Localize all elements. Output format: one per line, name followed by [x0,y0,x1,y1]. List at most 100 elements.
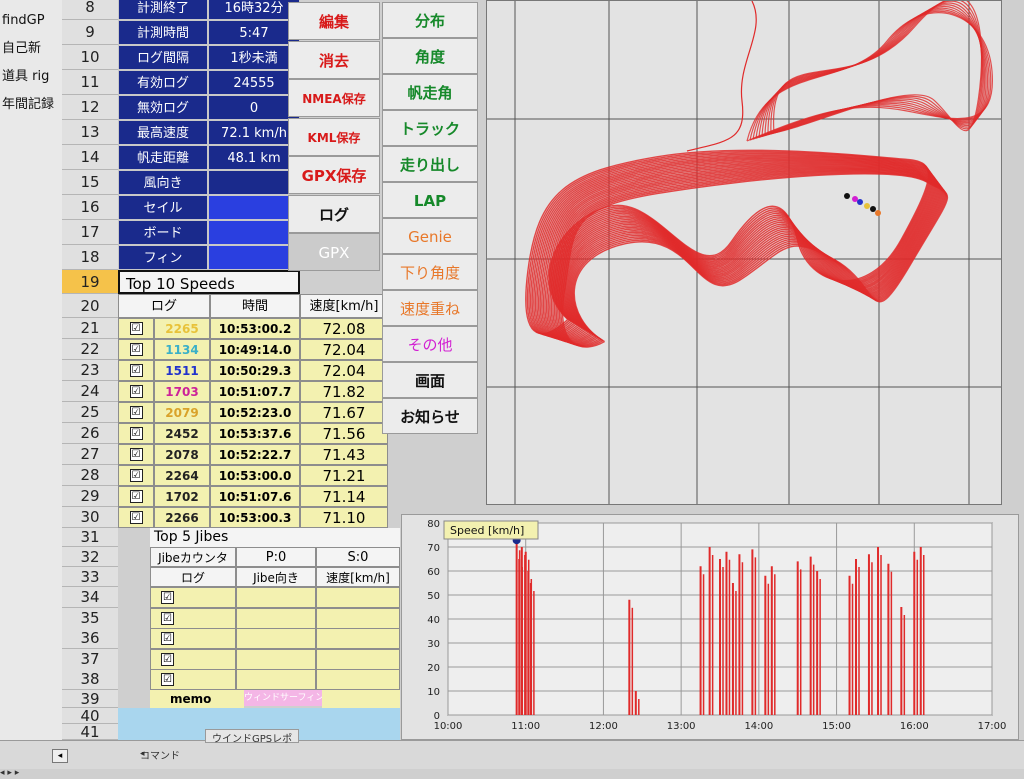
info-label: 風向き [118,170,208,195]
button-col2[interactable]: 画面 [382,362,478,398]
info-value[interactable] [208,195,300,220]
checkbox[interactable]: ☑ [129,385,143,398]
checkbox[interactable]: ☑ [129,364,143,377]
row-header: 8 [62,0,118,20]
row-header: 12 [62,95,118,120]
info-value[interactable]: 48.1 km [208,145,300,170]
top10-check-cell: ☑ [118,339,154,360]
memo-pink-cell: ウィンドサーフィン [244,690,322,706]
info-label: 計測時間 [118,20,208,45]
button-col2[interactable]: 分布 [382,2,478,38]
info-value[interactable]: 0 [208,95,300,120]
info-value[interactable]: 16時32分 [208,0,300,20]
info-value[interactable]: 24555 [208,70,300,95]
jibe-direction-cell [236,648,316,670]
top10-speed: 71.82 [300,381,388,402]
sheet-nav[interactable]: ◂ ◂ ▸ ▸ [0,741,145,778]
button-col1[interactable]: ログ [288,194,380,233]
button-col2[interactable]: 走り出し [382,146,478,182]
top10-time: 10:49:14.0 [210,339,300,360]
y-tick-label: 60 [427,567,440,578]
info-label: セイル [118,195,208,220]
checkbox[interactable]: ☑ [161,591,174,604]
row-header: 20 [62,294,118,318]
info-value[interactable] [208,220,300,245]
x-tick-label: 17:00 [978,721,1007,732]
info-label: 最高速度 [118,120,208,145]
checkbox[interactable]: ☑ [161,632,174,645]
checkbox[interactable]: ☑ [129,448,143,461]
x-tick-label: 11:00 [511,721,540,732]
info-label: 無効ログ [118,95,208,120]
track-map[interactable] [486,0,1002,505]
checkbox[interactable]: ☑ [161,652,174,666]
checkbox[interactable]: ☑ [129,406,143,419]
row-header: 41 [62,724,118,740]
row-header: 16 [62,195,118,220]
button-col1[interactable]: GPX [288,233,380,271]
track-line [761,4,986,138]
chart-title: Speed [km/h] [450,524,524,537]
button-col2[interactable]: トラック [382,110,478,146]
top-speed-marker [857,199,863,205]
speed-chart-svg: 0102030405060708010:00 11:00 12:00 13:00 14:… [427,519,1007,732]
top-speed-marker [844,193,850,199]
checkbox[interactable]: ☑ [129,427,143,440]
y-tick-label: 80 [427,519,440,530]
info-label: 計測終了 [118,0,208,20]
button-col2[interactable]: 角度 [382,38,478,74]
top10-log: 1702 [154,486,210,507]
jibe-log-cell: ☑ [150,607,236,629]
button-col2[interactable]: 速度重ね [382,290,478,326]
top10-log: 2452 [154,423,210,444]
jibe-log-cell: ☑ [150,669,236,690]
button-col2[interactable]: 帆走角 [382,74,478,110]
top10-check-cell: ☑ [118,423,154,444]
checkbox[interactable]: ☑ [129,490,143,503]
top10-speed: 71.21 [300,465,388,486]
info-label: フィン [118,245,208,270]
row-header: 13 [62,120,118,145]
checkbox[interactable]: ☑ [129,322,143,335]
sheet-nav-arrows[interactable]: ◂ ◂ ▸ ▸ [0,749,145,778]
checkbox[interactable]: ☑ [161,611,174,625]
button-col1[interactable]: 編集 [288,2,380,40]
info-value[interactable] [208,170,300,195]
y-tick-label: 70 [427,543,440,554]
top-speed-marker [852,196,858,202]
button-col1[interactable]: GPX保存 [288,156,380,194]
track-line [764,2,985,137]
scroll-left-button[interactable]: ◂ [52,749,68,763]
sheet-tab[interactable]: ウインドGPSレポ [205,729,300,745]
jibes-title: Top 5 Jibes [150,528,400,547]
checkbox[interactable]: ☑ [129,469,143,482]
button-col2[interactable]: 下り角度 [382,254,478,290]
info-value[interactable]: 5:47 [208,20,300,45]
jibe-direction-cell [236,607,316,629]
checkbox[interactable]: ☑ [129,511,143,524]
button-col1[interactable]: 消去 [288,40,380,79]
checkbox[interactable]: ☑ [161,673,174,686]
x-tick-label: 15:00 [822,721,851,732]
row-header: 17 [62,220,118,245]
button-col2[interactable]: お知らせ [382,398,478,434]
button-col2[interactable]: Genie [382,218,478,254]
info-value[interactable]: 1秒未満 [208,45,300,70]
checkbox[interactable]: ☑ [129,343,143,356]
top10-time: 10:51:07.7 [210,381,300,402]
info-value[interactable] [208,245,300,270]
top10-log: 2078 [154,444,210,465]
top10-speed: 71.10 [300,507,388,528]
row-header: 24 [62,381,118,402]
button-col2[interactable]: LAP [382,182,478,218]
button-col1[interactable]: KML保存 [288,117,380,156]
row-header: 19 [62,270,118,294]
jibes-header: Jibe向き [236,567,316,587]
button-col1[interactable]: NMEA保存 [288,79,380,117]
left-partial-column: findGP 自己新 道具 rig 年間記録 [0,0,63,740]
y-tick-label: 20 [427,663,440,674]
row-header: 18 [62,245,118,270]
button-col2[interactable]: その他 [382,326,478,362]
info-value[interactable]: 72.1 km/h [208,120,300,145]
top10-time: 10:51:07.6 [210,486,300,507]
